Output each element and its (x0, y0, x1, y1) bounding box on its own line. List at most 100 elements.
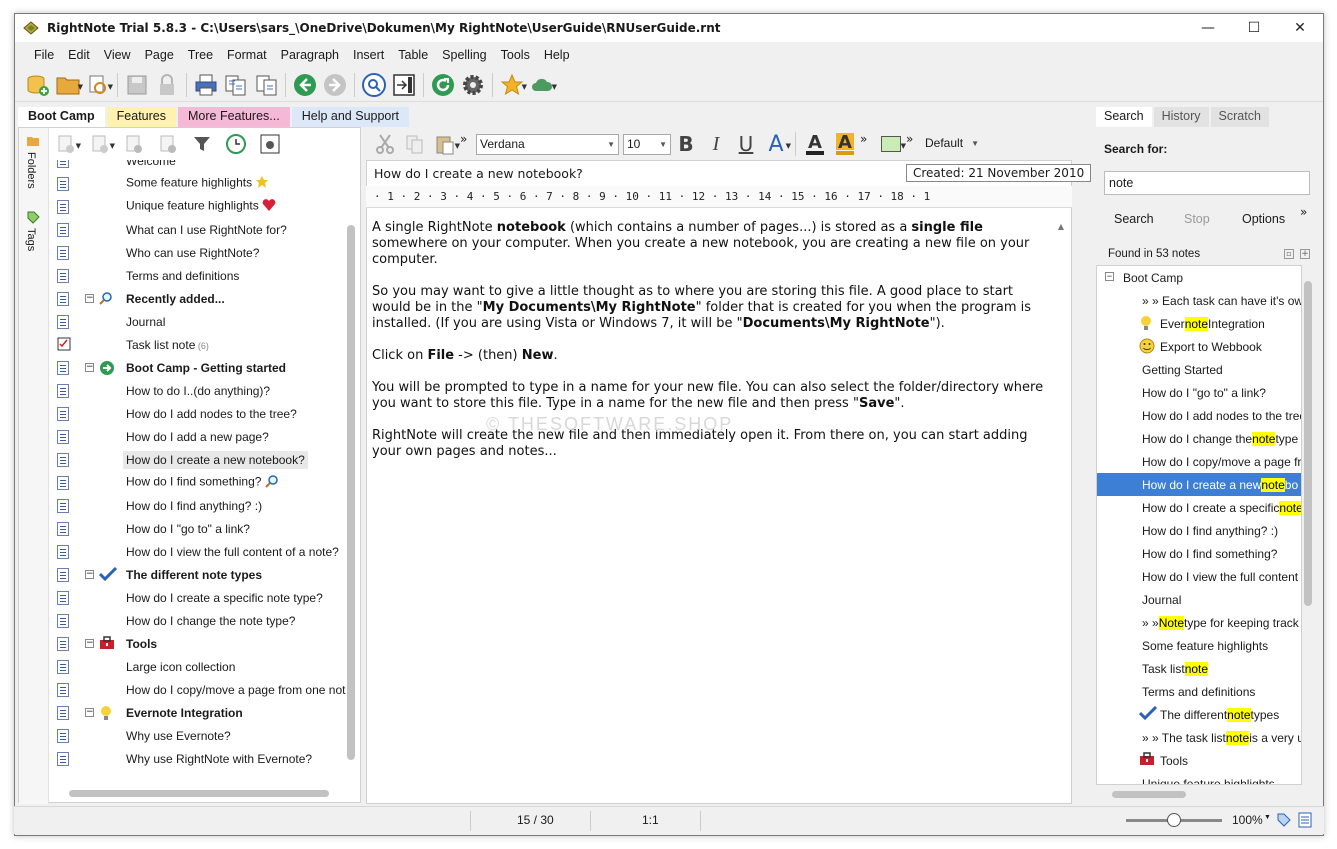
tree-item[interactable]: Task list note (6) (49, 333, 349, 356)
import-button[interactable] (251, 71, 281, 99)
zoom-slider[interactable] (1126, 813, 1222, 827)
tree-item[interactable]: How do I add a new page? (49, 425, 349, 448)
tree-item[interactable]: How do I find something? (49, 471, 349, 494)
editor-vertical-scrollbar[interactable]: ▲ (1054, 222, 1068, 802)
tab-more-features[interactable]: More Features... (178, 107, 290, 127)
collapse-toggle-icon[interactable]: − (85, 570, 94, 579)
scroll-thumb[interactable] (347, 225, 355, 760)
search-result-item[interactable]: Unique feature highlights (1097, 772, 1301, 785)
copy-button[interactable] (400, 130, 430, 158)
tree-vertical-scrollbar[interactable] (344, 160, 358, 780)
menu-help[interactable]: Help (537, 48, 577, 62)
search-result-item[interactable]: Some feature highlights (1097, 634, 1301, 657)
search-result-item[interactable]: How do I create a specific note (1097, 496, 1301, 519)
tree-settings-button[interactable] (255, 130, 285, 158)
tab-help-and-support[interactable]: Help and Support (291, 107, 410, 127)
tree-item[interactable]: How do I add nodes to the tree? (49, 402, 349, 425)
chevron-down-icon[interactable]: ▼ (1264, 814, 1271, 821)
search-result-item[interactable]: » » Note type for keeping track (1097, 611, 1301, 634)
maximize-button[interactable]: ☐ (1231, 14, 1277, 42)
italic-button[interactable]: I (701, 130, 731, 158)
search-result-item[interactable]: » » The task list note is a very u (1097, 726, 1301, 749)
side-tab-tags[interactable]: Tags (25, 228, 37, 251)
goto-button[interactable] (389, 71, 419, 99)
collapse-toggle-icon[interactable]: − (85, 363, 94, 372)
print-button[interactable] (191, 71, 221, 99)
search-result-item[interactable]: Getting Started (1097, 358, 1301, 381)
menu-view[interactable]: View (97, 48, 138, 62)
menu-format[interactable]: Format (220, 48, 274, 62)
chevron-up-icon[interactable]: ▲ (1054, 222, 1068, 231)
scroll-thumb[interactable] (1112, 791, 1186, 798)
search-result-item[interactable]: How do I find something? (1097, 542, 1301, 565)
toolbar-overflow[interactable]: » (460, 132, 476, 146)
background-color-button[interactable]: ▼ (876, 130, 906, 158)
tree-item[interactable]: How do I view the full content of a note… (49, 540, 349, 563)
minimize-button[interactable]: — (1185, 14, 1231, 42)
bold-button[interactable]: B (671, 130, 701, 158)
options-button[interactable] (458, 71, 488, 99)
side-tab-folders[interactable]: Folders (25, 152, 37, 189)
search-result-item[interactable]: How do I change the note type (1097, 427, 1301, 450)
menu-tree[interactable]: Tree (181, 48, 220, 62)
tree-item[interactable]: Why use Evernote? (49, 724, 349, 747)
zoom-slider-handle[interactable] (1167, 813, 1181, 827)
scroll-thumb[interactable] (1304, 281, 1312, 606)
tree-item[interactable]: − Recently added... (49, 287, 349, 310)
tab-history[interactable]: History (1153, 107, 1209, 127)
recent-pages-button[interactable] (221, 130, 251, 158)
menu-tools[interactable]: Tools (494, 48, 537, 62)
search-result-item[interactable]: Export to Webbook (1097, 335, 1301, 358)
save-button[interactable] (122, 71, 152, 99)
tree-item[interactable]: How to do I..(do anything)? (49, 379, 349, 402)
tree-item[interactable]: Who can use RightNote? (49, 241, 349, 264)
forward-button[interactable] (320, 71, 350, 99)
cut-button[interactable] (370, 130, 400, 158)
collapse-toggle-icon[interactable]: − (85, 639, 94, 648)
toolbar-overflow[interactable]: » (1300, 205, 1307, 219)
tree-horizontal-scrollbar[interactable] (49, 786, 339, 800)
menu-insert[interactable]: Insert (346, 48, 391, 62)
search-result-item[interactable]: How do I find anything? :) (1097, 519, 1301, 542)
menu-edit[interactable]: Edit (61, 48, 97, 62)
search-result-item[interactable]: How do I create a new note bo (1097, 473, 1301, 496)
open-notebook-button[interactable]: ▼ (53, 71, 83, 99)
collapse-toggle-icon[interactable]: − (85, 708, 94, 717)
cloud-button[interactable]: ▼ (527, 71, 557, 99)
scroll-thumb[interactable] (69, 790, 329, 797)
collapse-all-icon[interactable]: ▫ (1284, 249, 1294, 259)
paste-button[interactable]: ▼ (430, 130, 460, 158)
tree-item[interactable]: How do I find anything? :) (49, 494, 349, 517)
underline-button[interactable]: U (731, 130, 761, 158)
delete-page-button[interactable] (153, 130, 183, 158)
close-button[interactable]: ✕ (1277, 14, 1323, 42)
tab-boot-camp[interactable]: Boot Camp (18, 107, 105, 127)
menu-paragraph[interactable]: Paragraph (274, 48, 346, 62)
tab-scratch[interactable]: Scratch (1210, 107, 1269, 127)
collapse-toggle-icon[interactable]: − (1105, 272, 1114, 281)
search-result-item[interactable]: − Boot Camp (1097, 266, 1301, 289)
tree-item[interactable]: − The different note types (49, 563, 349, 586)
open-recent-button[interactable]: ▼ (83, 71, 113, 99)
ruler[interactable]: · 1 · 2 · 3 · 4 · 5 · 6 · 7 · 8 · 9 · 10… (366, 186, 1072, 208)
tree-item[interactable]: Unique feature highlights (49, 195, 349, 218)
tab-search[interactable]: Search (1096, 107, 1152, 127)
favorites-button[interactable]: ▼ (497, 71, 527, 99)
back-button[interactable] (290, 71, 320, 99)
add-page-button[interactable]: ▼ (51, 130, 81, 158)
search-result-item[interactable]: The different note types (1097, 703, 1301, 726)
search-result-item[interactable]: Terms and definitions (1097, 680, 1301, 703)
results-horizontal-scrollbar[interactable] (1096, 787, 1302, 801)
tree-item[interactable]: How do I create a new notebook? (49, 448, 349, 471)
tree-item[interactable]: Journal (49, 310, 349, 333)
results-vertical-scrollbar[interactable] (1302, 265, 1314, 785)
tag-icon[interactable] (1276, 812, 1292, 828)
font-family-select[interactable]: Verdana ▼ (476, 133, 619, 155)
toolbar-overflow[interactable]: » (906, 132, 922, 146)
text-effects-button[interactable]: A ▼ (761, 130, 791, 158)
expand-all-icon[interactable]: + (1300, 249, 1310, 259)
note-content[interactable]: A single RightNote notebook (which conta… (372, 220, 1052, 476)
tree-item[interactable]: Welcome (49, 160, 349, 172)
search-result-item[interactable]: Journal (1097, 588, 1301, 611)
font-size-select[interactable]: 10 ▼ (623, 133, 671, 155)
